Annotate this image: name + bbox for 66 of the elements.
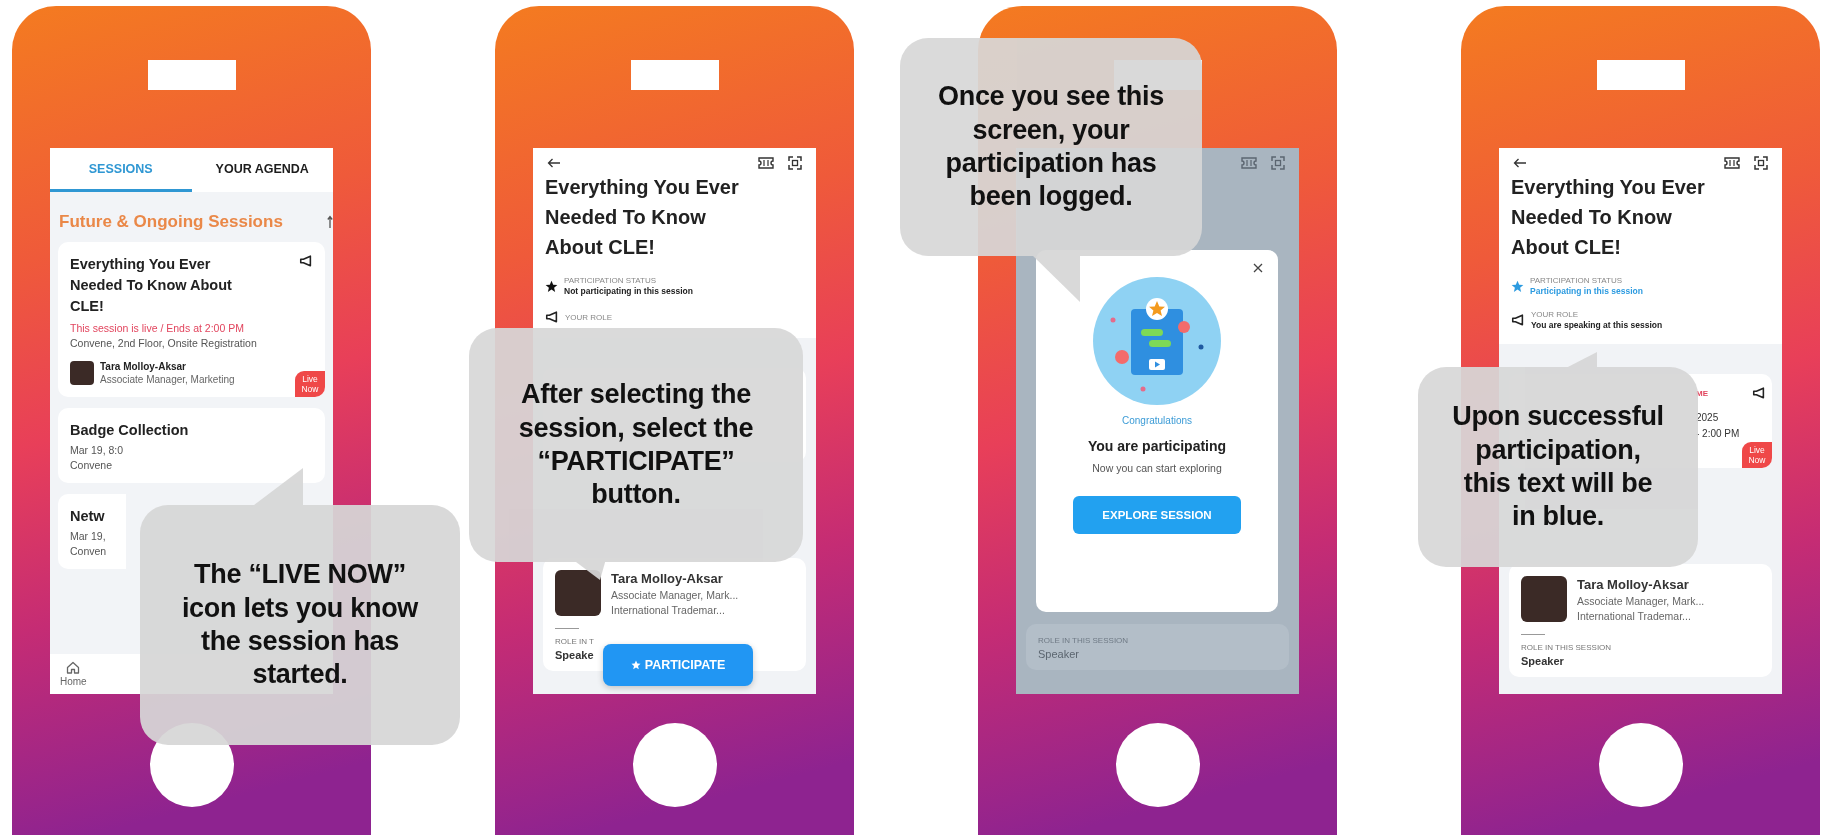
speaker-detail: International Trademar... [611,603,726,616]
callout-text: Upon successful participation, this text will be in blue. [1452,400,1664,534]
dialog-title: You are participating [1087,438,1227,454]
live-status: This session is live / Ends at 2:00 PM [70,322,245,334]
sort-arrow-icon[interactable] [327,215,333,229]
live-badge: Live Now [1742,442,1772,468]
date-label: ME [1696,388,1708,398]
section-title: Future & Ongoing Sessions [59,212,283,232]
role-label: ROLE IN THIS SESSION [1521,643,1613,652]
tab[interactable]: YOUR AGENDA [191,148,333,192]
star-icon [630,660,641,670]
session-time: Mar 19, [70,530,107,542]
session-title: Everything You Ever Needed To Know About CLE! [545,175,740,260]
role-label: YOUR ROLE [1531,310,1580,319]
speaker-name: Tara Molloy-Aksar [611,570,724,586]
session-title: Netw [70,507,106,526]
ticket-icon[interactable] [758,157,774,169]
back-arrow-icon[interactable] [547,158,561,168]
session-card[interactable]: Netw Mar 19, Conven [58,494,126,569]
scan-icon[interactable] [788,156,802,170]
speaker-detail: Associate Manager, Mark... [1577,594,1705,607]
status-label: PARTICIPATION STATUS [1530,276,1623,285]
speaker-name: Tara Molloy-Aksar [100,361,187,372]
callout-text: The “LIVE NOW” icon lets you know the session has started. [181,558,419,692]
status-label: PARTICIPATION STATUS [564,276,657,285]
role-label: YOUR ROLE [565,312,613,322]
megaphone-icon [1511,313,1525,327]
status-value: Not participating in this session [564,286,693,296]
status-value: Participating in this session [1530,286,1643,296]
role-value: Speake [555,649,595,661]
role-value: Speaker [1521,655,1565,667]
live-badge: Live Now [295,371,325,397]
ticket-icon[interactable] [1724,157,1740,169]
role-label: ROLE IN T [555,637,595,646]
role-value: You are speaking at this session [1531,320,1663,330]
session-card[interactable]: Everything You Ever Needed To Know About CLE! This session is live / Ends at 2:00 PM Convene, 2nd Floor, Onsite Registration Tara Molloy-Aksar Associate Manager, Marketing Live Now [58,242,325,397]
megaphone-icon [1752,386,1766,400]
session-date: 2025 [1696,412,1720,423]
speaker-detail: Associate Manager, Mark... [611,588,739,601]
session-title: Everything You Ever Needed To Know About CLE! [70,255,233,316]
session-location: Convene [70,459,114,471]
speaker-detail: International Trademar... [1577,609,1692,622]
speaker-name: Tara Molloy-Aksar [1577,576,1690,592]
nav-item[interactable]: Home [60,661,87,687]
role-value: Speaker [1038,648,1080,660]
avatar-photo [555,570,601,616]
session-location: Convene, 2nd Floor, Onsite Registration [70,337,258,349]
avatar-photo [1521,576,1567,622]
callout-text: After selecting the session, select the “PARTICIPATE” button. [518,378,754,512]
session-time: Mar 19, 8:0 [70,444,125,456]
back-arrow-icon[interactable] [1513,158,1527,168]
session-time: - 2:00 PM [1696,428,1741,439]
session-card[interactable]: Badge Collection Mar 19, 8:0 Convene [58,408,325,483]
speaker-role: Associate Manager, Marketing [100,374,235,385]
session-location: Conven [70,545,108,557]
megaphone-icon [299,254,313,268]
dialog-eyebrow: Congratulations [1121,415,1192,426]
session-title: Everything You Ever Needed To Know About CLE! [1511,175,1706,260]
scan-icon[interactable] [1754,156,1768,170]
callout-text: Once you see this screen, your participation has been logged. [938,80,1164,214]
avatar-photo [70,361,94,385]
dialog-subtitle: Now you can start exploring [1092,462,1222,474]
session-title: Badge Collection [70,421,190,440]
megaphone-icon [545,310,559,324]
close-icon[interactable] [1253,263,1263,273]
home-icon [66,661,81,674]
